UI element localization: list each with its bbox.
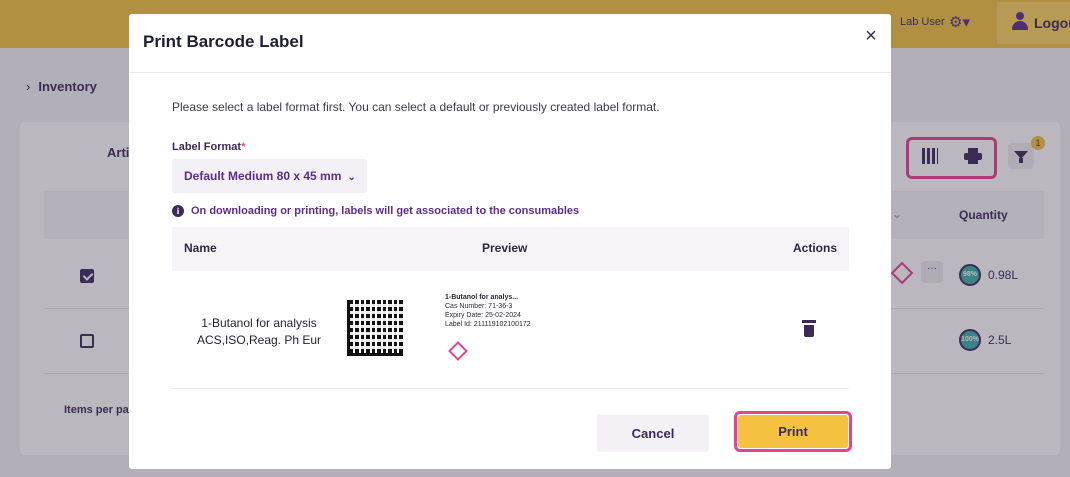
label-preview-id: Label Id: 211119102100172: [445, 321, 531, 328]
hazard-icon: [448, 341, 468, 361]
close-icon[interactable]: ×: [861, 25, 881, 47]
item-name-line1: 1-Butanol for analysis: [201, 316, 317, 330]
label-preview-cas: Cas Number: 71-36-3: [445, 303, 513, 310]
name-header: Name: [184, 241, 217, 255]
dialog-title: Print Barcode Label: [143, 32, 304, 51]
label-preview-title: 1-Butanol for analys...: [445, 294, 519, 301]
label-preview-expiry: Expiry Date: 25-02-2024: [445, 312, 521, 319]
label-format-dropdown[interactable]: Default Medium 80 x 45 mm ⌄: [172, 159, 367, 193]
item-name: 1-Butanol for analysis ACS,ISO,Reag. Ph …: [172, 315, 346, 349]
dialog-instructions: Please select a label format first. You …: [172, 100, 660, 114]
print-button[interactable]: Print: [738, 415, 848, 448]
table-row: 1-Butanol for analysis ACS,ISO,Reag. Ph …: [172, 271, 849, 389]
actions-header: Actions: [793, 241, 838, 255]
trash-icon[interactable]: [802, 320, 816, 337]
preview-header: Preview: [482, 241, 528, 255]
divider: [129, 72, 891, 73]
label-format-text: Label Format: [172, 141, 242, 153]
print-barcode-dialog: Print Barcode Label × Please select a la…: [129, 14, 891, 469]
label-preview: 1-Butanol for analys... Cas Number: 71-3…: [445, 293, 531, 329]
chevron-down-icon: ⌄: [347, 172, 356, 183]
label-format-label: Label Format*: [172, 141, 245, 153]
label-format-value: Default Medium 80 x 45 mm: [184, 169, 342, 183]
required-mark: *: [241, 141, 246, 153]
label-table-header: Name Preview Actions: [172, 227, 849, 271]
item-name-line2: ACS,ISO,Reag. Ph Eur: [196, 333, 322, 347]
info-message: On downloading or printing, labels will …: [191, 205, 580, 217]
cancel-button[interactable]: Cancel: [597, 415, 709, 452]
info-icon: i: [172, 205, 184, 217]
datamatrix-barcode: [347, 300, 403, 356]
